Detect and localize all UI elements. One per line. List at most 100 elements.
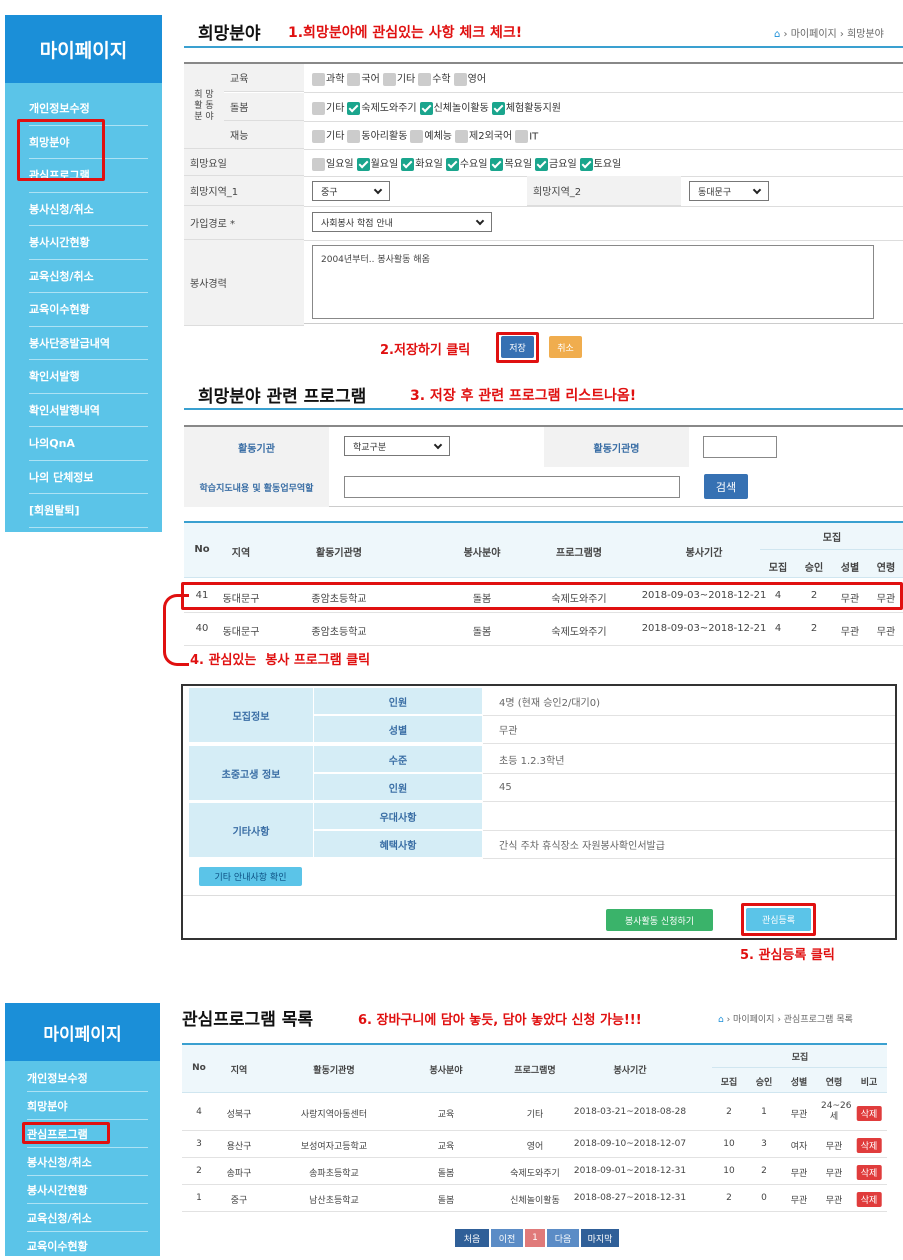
cell-field: 돌봄 xyxy=(437,1168,455,1179)
checkbox-option[interactable]: 토요일 xyxy=(579,155,621,171)
checkbox-option[interactable]: 체험활동지원 xyxy=(491,99,561,115)
content-input[interactable] xyxy=(344,476,680,498)
cancel-button[interactable]: 취소 xyxy=(549,336,582,358)
detail-panel: 모집정보 인원 4명 (현재 승인2/대기0) 성별 무관 초중고생 정보 수준 초등 1.2… xyxy=(181,684,897,940)
org-select[interactable]: 학교구분 xyxy=(344,436,450,456)
checkbox-icon[interactable] xyxy=(418,72,432,86)
home-icon[interactable]: ⌂ xyxy=(718,1015,724,1025)
page-button[interactable]: 다음 xyxy=(547,1229,579,1247)
hope-form: 희 망 활 동 분 야 교육 과학 국어 기타 수학 영어 돌봄 기타 숙제도와주기 신체놀이활동… xyxy=(184,62,903,326)
checkbox-group: 기타 동아리활동 예체능 제2외국어 IT xyxy=(312,127,541,143)
checkbox-icon[interactable] xyxy=(445,157,459,171)
page-button[interactable]: 마지막 xyxy=(581,1229,619,1247)
checkbox-option[interactable]: 동아리활동 xyxy=(347,127,407,143)
sidebar-item[interactable]: 개인정보수정 xyxy=(27,1064,148,1092)
table-row[interactable]: 3 용산구 보성여자고등학교 교육 영어 2018-09-10~2018-12-07 10 3… xyxy=(182,1131,887,1158)
sidebar-item[interactable]: 교육신청/취소 xyxy=(27,1204,148,1232)
checkbox-option[interactable]: 숙제도와주기 xyxy=(347,99,417,115)
table-row[interactable]: 1 중구 남산초등학교 돌봄 신체놀이활동 2018-08-27~2018-12-31 2 0… xyxy=(182,1185,887,1212)
cell-age: 24~26세 xyxy=(821,1101,852,1122)
checkbox-option[interactable]: 금요일 xyxy=(535,155,577,171)
sidebar-item[interactable]: 희망분야 xyxy=(27,1092,148,1120)
checkbox-option[interactable]: 예체능 xyxy=(410,127,452,143)
checkbox-option[interactable]: 과학 xyxy=(312,70,344,86)
delete-button[interactable]: 삭제 xyxy=(856,1106,882,1121)
apply-button[interactable]: 봉사활동 신청하기 xyxy=(606,909,713,931)
checkbox-option[interactable]: 목요일 xyxy=(490,155,532,171)
delete-button[interactable]: 삭제 xyxy=(856,1164,882,1180)
checkbox-icon[interactable] xyxy=(410,129,424,143)
checkbox-icon[interactable] xyxy=(419,101,433,115)
delete-button[interactable]: 삭제 xyxy=(856,1137,882,1153)
checkbox-icon[interactable] xyxy=(312,72,325,86)
region2-select[interactable]: 동대문구 xyxy=(689,181,769,201)
sidebar-item[interactable]: 봉사단증발급내역 xyxy=(29,327,148,360)
col-subheader: 성별 xyxy=(840,563,860,574)
sidebar-item[interactable]: 확인서발행 xyxy=(29,360,148,394)
checkbox-icon[interactable] xyxy=(347,72,361,86)
page-button[interactable]: 이전 xyxy=(491,1229,523,1247)
sidebar-item[interactable]: [회원탈퇴] xyxy=(29,494,148,528)
sidebar-item[interactable]: 나의QnA xyxy=(29,427,148,461)
checkbox-option[interactable]: 일요일 xyxy=(312,155,354,171)
home-icon[interactable]: ⌂ xyxy=(774,29,780,40)
sidebar-item[interactable]: 봉사시간현황 xyxy=(27,1176,148,1204)
checkbox-option[interactable]: 제2외국어 xyxy=(455,127,512,143)
checkbox-icon[interactable] xyxy=(515,129,529,143)
delete-button[interactable]: 삭제 xyxy=(856,1191,882,1207)
region1-select[interactable]: 중구 xyxy=(312,181,390,201)
checkbox-icon[interactable] xyxy=(382,72,396,86)
col-header-period: 봉사기간 xyxy=(685,548,723,559)
checkbox-icon[interactable] xyxy=(535,157,549,171)
checkbox-option[interactable]: 화요일 xyxy=(401,155,443,171)
sidebar-item[interactable]: 교육이수현황 xyxy=(29,293,148,327)
checkbox-icon[interactable] xyxy=(347,101,361,115)
checkbox-option[interactable]: 기타 xyxy=(382,70,415,86)
table-row[interactable]: 2 송파구 송파초등학교 돌봄 숙제도와주기 2018-09-01~2018-12-31 1… xyxy=(182,1158,887,1185)
checkbox-icon[interactable] xyxy=(491,101,505,115)
orgname-input[interactable] xyxy=(703,436,777,458)
etc-info-button[interactable]: 기타 안내사항 확인 xyxy=(199,867,302,886)
checkbox-icon[interactable] xyxy=(453,72,467,86)
sidebar-item[interactable]: 봉사신청/취소 xyxy=(29,193,148,226)
checkbox-option[interactable]: 기타 xyxy=(312,99,344,115)
checkbox-icon[interactable] xyxy=(312,157,325,171)
search-button[interactable]: 검색 xyxy=(704,474,748,499)
checkbox-option[interactable]: 기타 xyxy=(312,127,344,143)
checkbox-icon[interactable] xyxy=(312,129,325,143)
checkbox-option[interactable]: IT xyxy=(515,129,538,143)
checkbox-icon[interactable] xyxy=(455,129,469,143)
checkbox-icon[interactable] xyxy=(347,129,361,143)
sidebar-item[interactable]: 봉사시간현황 xyxy=(29,226,148,260)
checkbox-icon[interactable] xyxy=(401,157,415,171)
sidebar-item[interactable]: 나의 단체정보 xyxy=(29,461,148,494)
checkbox-group: 기타 숙제도와주기 신체놀이활동 체험활동지원 xyxy=(312,99,564,115)
field-sub-label: 재능 xyxy=(224,121,304,149)
checkbox-option[interactable]: 월요일 xyxy=(356,155,398,171)
checkbox-option[interactable]: 수요일 xyxy=(445,155,487,171)
table-row[interactable]: 40 동대문구 종암초등학교 돌봄 숙제도와주기 2018-09-03~2018-12-2… xyxy=(184,613,903,646)
cell-field: 교육 xyxy=(437,1141,455,1152)
checkbox-icon[interactable] xyxy=(312,101,325,115)
checkbox-option[interactable]: 신체놀이활동 xyxy=(419,99,489,115)
cell-age: 무관 xyxy=(876,627,896,638)
interest-button[interactable]: 관심등록 xyxy=(746,908,811,931)
checkbox-icon[interactable] xyxy=(356,157,370,171)
cell-region: 송파구 xyxy=(226,1168,252,1179)
sidebar-item[interactable]: 교육신청/취소 xyxy=(29,260,148,293)
checkbox-icon[interactable] xyxy=(490,157,504,171)
sidebar-item[interactable]: 봉사신청/취소 xyxy=(27,1148,148,1176)
cell-program: 영어 xyxy=(526,1141,544,1152)
checkbox-option[interactable]: 영어 xyxy=(453,70,486,86)
checkbox-icon[interactable] xyxy=(579,157,593,171)
sidebar-item[interactable]: 확인서발행내역 xyxy=(29,394,148,427)
table-row[interactable]: 4 성북구 사랑지역아동센터 교육 기타 2018-03-21~2018-08-28 2 1 무… xyxy=(182,1095,887,1131)
page-button[interactable]: 처음 xyxy=(455,1229,489,1247)
checkbox-option[interactable]: 국어 xyxy=(347,70,380,86)
career-textarea[interactable]: 2004년부터.. 봉사활동 해옴 xyxy=(312,245,874,319)
page-button[interactable]: 1 xyxy=(525,1229,545,1247)
checkbox-option[interactable]: 수학 xyxy=(418,70,451,86)
detail-key: 인원 xyxy=(314,688,482,715)
save-button[interactable]: 저장 xyxy=(501,336,534,358)
join-select[interactable]: 사회봉사 학점 안내 xyxy=(312,212,492,232)
